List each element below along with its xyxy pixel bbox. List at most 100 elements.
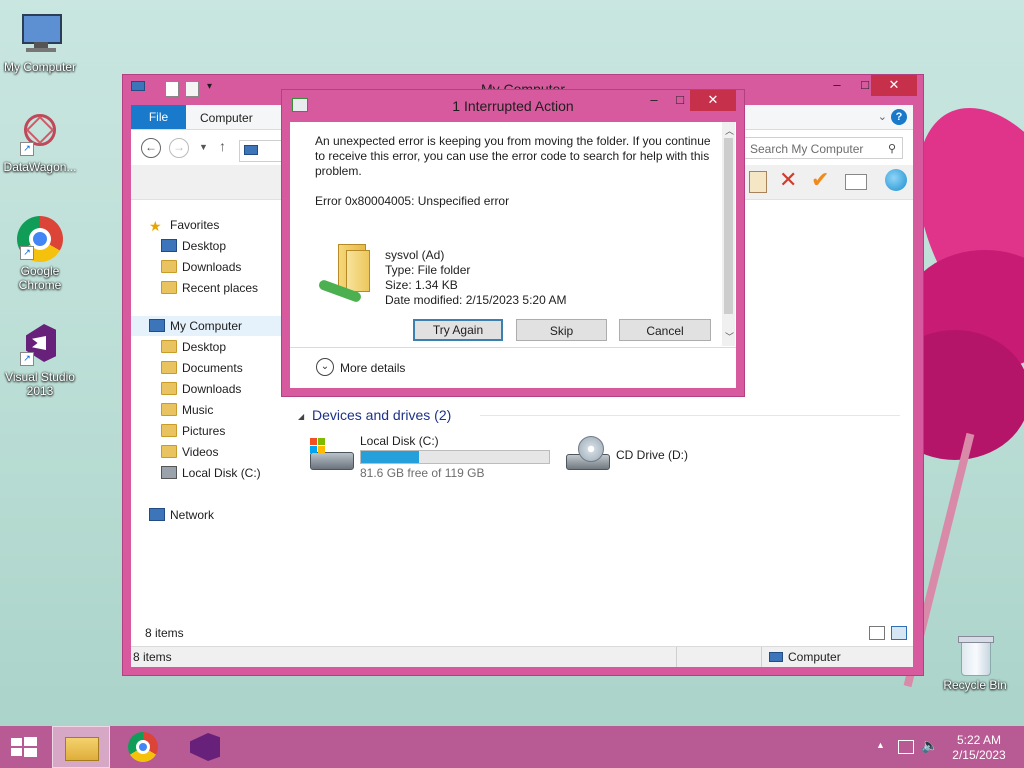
clock-time: 5:22 AM <box>956 733 1002 747</box>
recent-locations-icon[interactable]: ▼ <box>199 142 208 152</box>
clock[interactable]: 5:22 AM 2/15/2023 <box>946 733 1012 763</box>
help-icon[interactable]: ? <box>891 109 907 125</box>
drive-free-space: 81.6 GB free of 119 GB <box>360 466 485 480</box>
network-icon[interactable] <box>898 740 914 754</box>
dialog-close-button[interactable]: ✕ <box>690 90 736 111</box>
volume-icon[interactable]: 🔈 <box>921 737 938 754</box>
desktop-icon-label: Recycle Bin <box>943 678 1007 692</box>
more-details-link[interactable]: More details <box>340 361 405 375</box>
try-again-button[interactable]: Try Again <box>413 319 503 341</box>
desktop-icon-google-chrome[interactable]: ↗ Google Chrome <box>0 214 80 292</box>
back-button[interactable]: ← <box>141 138 161 158</box>
taskbar-chrome[interactable] <box>114 726 172 768</box>
nav-my-computer[interactable]: My Computer <box>149 317 242 335</box>
cd-drive-icon <box>564 436 610 472</box>
cancel-button[interactable]: Cancel <box>619 319 711 341</box>
nav-pc-pictures[interactable]: Pictures <box>161 422 225 440</box>
details-view-icon[interactable] <box>869 626 885 640</box>
dialog-title-bar[interactable]: 1 Interrupted Action – □ ✕ <box>282 90 744 122</box>
folder-icon <box>161 445 177 459</box>
search-icon: ⚲ <box>887 143 896 155</box>
nav-label: Desktop <box>182 239 227 253</box>
drive-name: Local Disk (C:) <box>360 434 439 448</box>
dialog-minimize-button[interactable]: – <box>640 90 668 111</box>
close-button[interactable]: ✕ <box>871 75 917 96</box>
nav-label: Downloads <box>182 382 242 396</box>
status-divider <box>676 647 677 667</box>
collapse-arrow-icon[interactable]: ◢ <box>298 412 304 421</box>
desktop-icon-my-computer[interactable]: My Computer <box>0 10 80 74</box>
drive-icon <box>161 466 177 480</box>
hard-drive-icon <box>308 436 354 472</box>
chrome-icon: ↗ <box>16 214 64 262</box>
search-input[interactable]: Search My Computer ⚲ <box>743 137 903 159</box>
tab-computer[interactable]: Computer <box>200 105 253 129</box>
status-bar: 8 items Computer <box>131 646 913 667</box>
folder-icon <box>317 242 370 304</box>
nav-fav-downloads[interactable]: Downloads <box>161 258 241 276</box>
desktop-icon-datawagon[interactable]: ↗ DataWagon... <box>0 110 80 174</box>
nav-pc-desktop[interactable]: Desktop <box>161 338 226 356</box>
item-date-modified: Date modified: 2/15/2023 5:20 AM <box>385 293 567 307</box>
error-message: An unexpected error is keeping you from … <box>315 134 711 178</box>
clock-date: 2/15/2023 <box>952 748 1006 762</box>
nav-favorites[interactable]: ★ Favorites <box>149 216 219 234</box>
nav-network[interactable]: Network <box>149 506 214 524</box>
nav-pc-local-disk[interactable]: Local Disk (C:) <box>161 464 261 482</box>
globe-icon[interactable] <box>885 169 907 191</box>
show-hidden-icons-icon[interactable]: ▲ <box>876 740 885 750</box>
taskbar: ▲ 🔈 5:22 AM 2/15/2023 <box>0 726 1024 768</box>
computer-icon <box>769 652 783 662</box>
chevron-down-icon[interactable]: ⌄ <box>316 358 334 376</box>
nav-label: Desktop <box>182 340 227 354</box>
nav-label: Local Disk (C:) <box>182 466 261 480</box>
tab-file[interactable]: File <box>131 105 186 129</box>
up-button[interactable]: ↑ <box>219 138 226 154</box>
folder-icon <box>161 361 177 375</box>
visual-studio-icon <box>190 733 220 761</box>
desktop-icon-visual-studio[interactable]: ↗ Visual Studio 2013 <box>0 320 80 398</box>
delete-icon[interactable]: ✕ <box>779 167 797 193</box>
ribbon-expand-icon[interactable]: ⌄ <box>878 110 887 123</box>
navigation-pane: ★ Favorites Desktop Downloads Recent plac… <box>131 200 291 640</box>
devices-group-header[interactable]: Devices and drives (2) <box>312 407 451 423</box>
forward-button[interactable]: → <box>169 138 189 158</box>
nav-label: Network <box>170 508 215 522</box>
scrollbar-thumb[interactable] <box>724 138 733 314</box>
datawagon-icon: ↗ <box>16 110 64 158</box>
start-button[interactable] <box>0 726 48 768</box>
drive-usage-fill <box>361 451 419 463</box>
computer-icon <box>149 319 165 333</box>
downloads-folder-icon <box>161 260 177 274</box>
mail-icon[interactable] <box>845 174 867 190</box>
nav-label: Favorites <box>170 218 220 232</box>
taskbar-visual-studio[interactable] <box>176 726 234 768</box>
large-icons-view-icon[interactable] <box>891 626 907 640</box>
nav-pc-documents[interactable]: Documents <box>161 359 243 377</box>
desktop-icon-label: Google Chrome <box>18 264 62 292</box>
nav-pc-videos[interactable]: Videos <box>161 443 218 461</box>
dialog-body: An unexpected error is keeping you from … <box>290 122 736 388</box>
desktop-icon-recycle-bin[interactable]: Recycle Bin <box>935 632 1015 692</box>
nav-label: Documents <box>182 361 243 375</box>
checkmark-icon[interactable]: ✔ <box>811 167 829 193</box>
paste-icon[interactable] <box>749 171 767 193</box>
group-divider <box>480 415 900 416</box>
nav-pc-downloads[interactable]: Downloads <box>161 380 241 398</box>
desktop-icon-label: My Computer <box>3 60 77 74</box>
nav-pc-music[interactable]: Music <box>161 401 213 419</box>
nav-label: Recent places <box>182 281 259 295</box>
scroll-up-icon[interactable]: ︿ <box>725 124 734 137</box>
scroll-down-icon[interactable]: ﹀ <box>725 330 734 343</box>
desktop-icon-label: DataWagon... <box>3 160 77 174</box>
taskbar-file-explorer[interactable] <box>52 726 110 768</box>
visual-studio-icon: ↗ <box>16 320 64 368</box>
nav-fav-desktop[interactable]: Desktop <box>161 237 226 255</box>
minimize-button[interactable]: – <box>823 75 851 96</box>
network-icon <box>149 508 165 522</box>
drive-cd-d[interactable]: CD Drive (D:) <box>564 436 744 476</box>
drive-local-disk-c[interactable]: Local Disk (C:) 81.6 GB free of 119 GB <box>308 430 558 480</box>
nav-fav-recent-places[interactable]: Recent places <box>161 279 258 297</box>
skip-button[interactable]: Skip <box>516 319 607 341</box>
dialog-scrollbar[interactable]: ︿ ﹀ <box>722 122 735 346</box>
